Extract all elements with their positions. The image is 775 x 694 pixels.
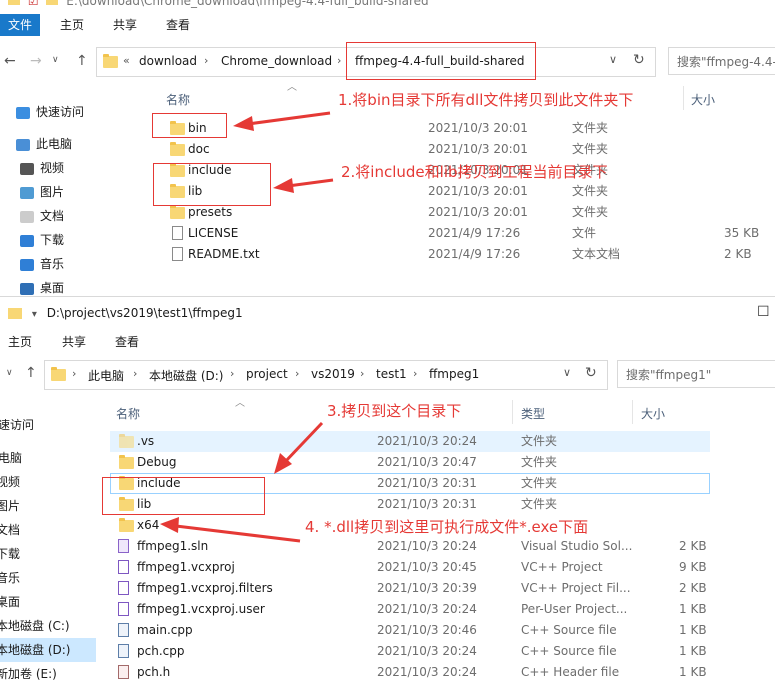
explorer-window-project: ▾ D:\project\vs2019\test1\ffmpeg1 ☐ 主页 共… <box>0 296 775 694</box>
arrowhead-step1 <box>233 116 254 131</box>
arrowhead-step2 <box>273 178 294 193</box>
explorer-window-ffmpeg: ☑ E:\download\Chrome_download\ffmpeg-4.4… <box>0 0 775 296</box>
arrow-step4 <box>175 524 301 543</box>
arrow-step3 <box>282 421 324 465</box>
annotation-arrows <box>160 421 324 543</box>
arrowhead-step4 <box>160 517 179 533</box>
arrow-step2 <box>287 178 334 188</box>
annotation-arrows <box>233 111 334 193</box>
arrow-step1 <box>247 111 331 126</box>
